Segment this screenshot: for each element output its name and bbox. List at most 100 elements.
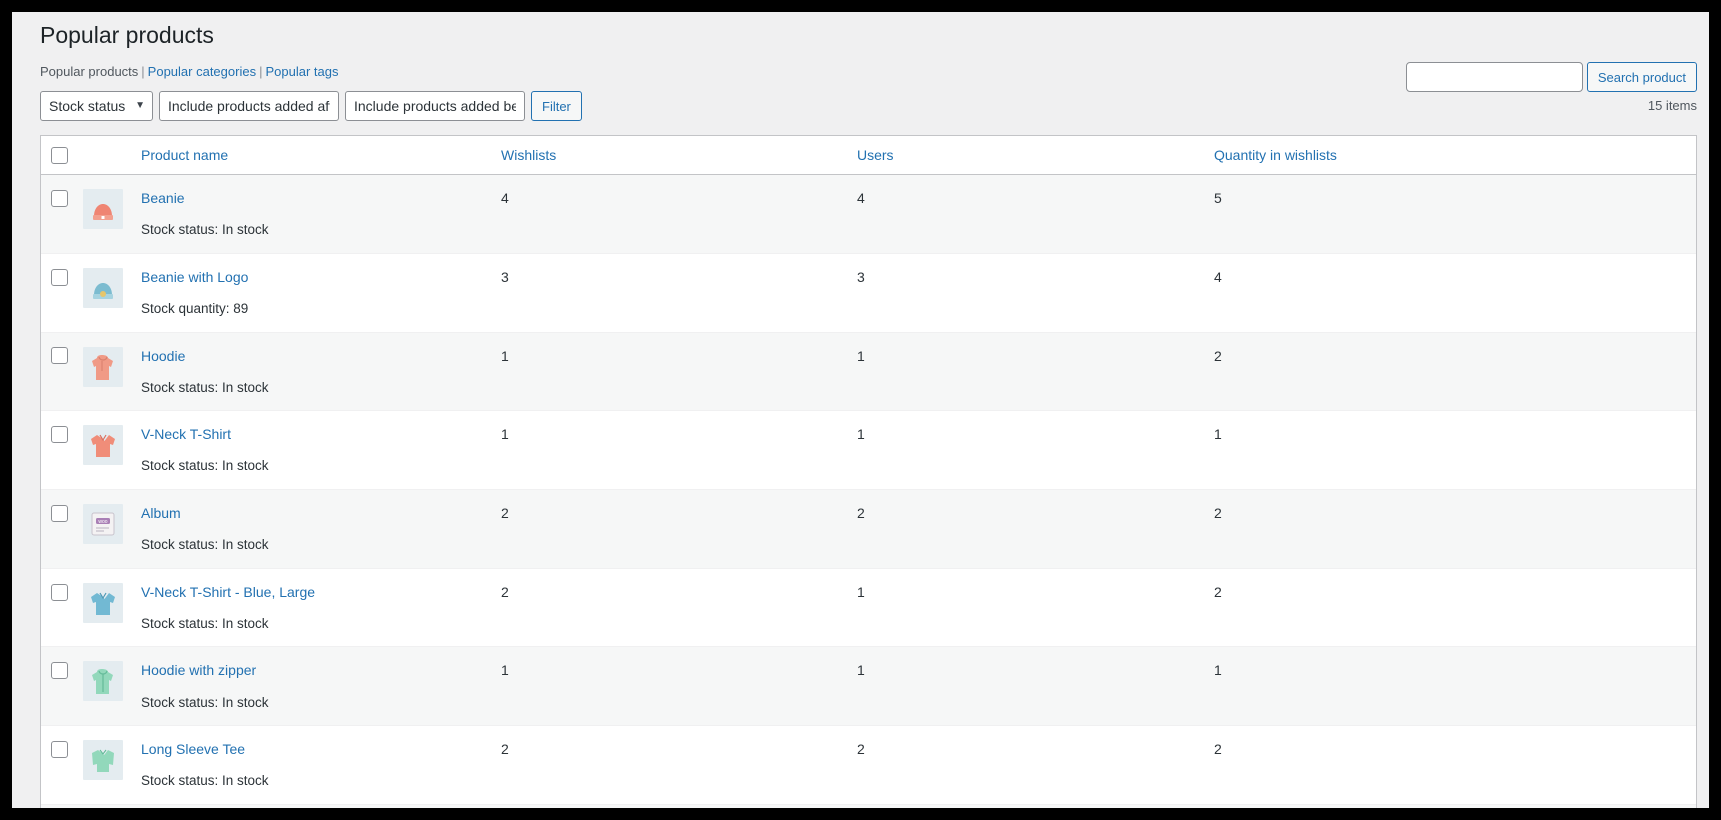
- product-name-link[interactable]: Album: [141, 504, 501, 522]
- row-checkbox[interactable]: [51, 504, 68, 522]
- product-name-link[interactable]: V-Neck T-Shirt - Blue, Large: [141, 583, 501, 601]
- filter-button[interactable]: Filter: [531, 91, 582, 122]
- row-checkbox[interactable]: [51, 268, 68, 286]
- select-all-checkbox[interactable]: [51, 146, 68, 164]
- beanie-orange-icon: [83, 189, 123, 230]
- table-row: Long Sleeve Tee Stock status: In stock 2 2 2: [41, 726, 1696, 805]
- stock-status-select[interactable]: Stock status: [40, 91, 153, 122]
- product-stock-meta: Stock status: In stock: [141, 694, 269, 710]
- row-select-cell: [41, 647, 83, 727]
- hoodie-orange-icon: [83, 346, 123, 387]
- row-quantity-cell: 4: [1214, 254, 1696, 333]
- row-product-cell: Hoodie Stock status: In stock: [141, 332, 501, 412]
- row-product-cell: V-Neck T-Shirt Stock status: In stock: [141, 411, 501, 491]
- row-wishlists-cell: 1: [501, 804, 857, 808]
- products-table: Product name Wishlists Users Quantity in…: [40, 135, 1697, 808]
- added-before-input[interactable]: [345, 91, 525, 122]
- row-wishlists-cell: 4: [501, 175, 857, 254]
- row-select-cell: [41, 726, 83, 805]
- users-value: 4: [857, 190, 865, 207]
- row-quantity-cell: 2: [1214, 490, 1696, 569]
- quantity-value: 2: [1214, 583, 1222, 600]
- row-wishlists-cell: 2: [501, 569, 857, 648]
- row-thumbnail-cell: [83, 175, 141, 254]
- row-checkbox[interactable]: [51, 741, 68, 759]
- row-select-cell: [41, 254, 83, 333]
- table-row: Beanie Stock status: In stock 4 4 5: [41, 175, 1696, 254]
- wishlists-value: 2: [501, 741, 509, 758]
- quantity-value: 5: [1214, 190, 1222, 207]
- stock-status-select-wrap: Stock status ▼: [40, 91, 153, 122]
- table-header-row: Product name Wishlists Users Quantity in…: [41, 136, 1696, 176]
- added-after-input[interactable]: [159, 91, 339, 122]
- product-name-link[interactable]: Beanie: [141, 189, 501, 207]
- column-header-product-name[interactable]: Product name: [141, 136, 501, 176]
- row-quantity-cell: 2: [1214, 726, 1696, 805]
- row-quantity-cell: 2: [1214, 332, 1696, 412]
- subnav-item-popular-tags[interactable]: Popular tags: [265, 64, 338, 79]
- subnav-item-popular-categories[interactable]: Popular categories: [148, 64, 256, 79]
- wishlists-value: 2: [501, 505, 509, 522]
- table-row: Beanie with Logo Stock quantity: 89 3 3 4: [41, 254, 1696, 333]
- product-name-link[interactable]: V-Neck T-Shirt: [141, 425, 501, 443]
- table-row: Hoodie with zipper Stock status: In stock…: [41, 647, 1696, 727]
- column-header-users-label: Users: [857, 147, 894, 164]
- column-header-wishlists[interactable]: Wishlists: [501, 136, 857, 176]
- row-select-cell: [41, 804, 83, 808]
- row-select-cell: [41, 569, 83, 648]
- row-product-cell: Hoodie with zipper Stock status: In stock: [141, 647, 501, 727]
- quantity-value: 1: [1214, 662, 1222, 679]
- table-row: V-Neck T-Shirt - Blue, Large Stock status…: [41, 569, 1696, 648]
- quantity-value: 1: [1214, 426, 1222, 443]
- longsleeve-green-icon: [83, 740, 123, 781]
- row-select-cell: [41, 411, 83, 491]
- users-value: 3: [857, 268, 865, 285]
- product-stock-meta: Stock status: In stock: [141, 773, 269, 789]
- wishlists-value: 1: [501, 347, 509, 364]
- table-nav-top: Stock status ▼ Filter 15 items: [40, 91, 1697, 127]
- users-value: 1: [857, 426, 865, 443]
- filter-actions: Stock status ▼ Filter: [40, 91, 582, 122]
- product-stock-meta: Stock quantity: 89: [141, 301, 249, 316]
- row-wishlists-cell: 2: [501, 726, 857, 805]
- row-checkbox[interactable]: [51, 426, 68, 444]
- subnav-item-popular-products[interactable]: Popular products: [40, 64, 138, 79]
- product-name-link[interactable]: Long Sleeve Tee: [141, 740, 501, 758]
- row-checkbox[interactable]: [51, 189, 68, 207]
- product-name-link[interactable]: Hoodie: [141, 347, 501, 365]
- product-name-link[interactable]: Hoodie with zipper: [141, 661, 501, 679]
- beanie-blue-icon: [83, 267, 123, 308]
- product-name-link[interactable]: Beanie with Logo: [141, 268, 501, 286]
- search-product-button[interactable]: Search product: [1586, 62, 1697, 92]
- row-checkbox[interactable]: [51, 583, 68, 601]
- users-value: 1: [857, 662, 865, 679]
- row-quantity-cell: 5: [1214, 175, 1696, 254]
- row-select-cell: [41, 490, 83, 569]
- product-stock-meta: Stock status: In stock: [141, 615, 269, 631]
- column-header-users[interactable]: Users: [857, 136, 1214, 176]
- row-users-cell: 1: [857, 647, 1214, 727]
- table-row: woo Album Stock status: In stock 2 2 2: [41, 490, 1696, 569]
- table-row: V-Neck T-Shirt Stock status: In stock 1 1 1: [41, 411, 1696, 491]
- quantity-value: 2: [1214, 505, 1222, 522]
- tshirt-orange-icon: [83, 425, 123, 466]
- row-users-cell: 1: [857, 411, 1214, 491]
- row-users-cell: 2: [857, 490, 1214, 569]
- table-row: wooSingle111: [41, 804, 1696, 808]
- select-all-header: [41, 136, 83, 176]
- row-product-cell: Long Sleeve Tee Stock status: In stock: [141, 726, 501, 805]
- row-thumbnail-cell: [83, 254, 141, 333]
- row-checkbox[interactable]: [51, 662, 68, 680]
- row-wishlists-cell: 1: [501, 411, 857, 491]
- page-root: Popular products Popular products | Popula…: [12, 12, 1709, 808]
- search-input[interactable]: [1405, 62, 1583, 92]
- row-checkbox[interactable]: [51, 347, 68, 365]
- wishlists-value: 2: [501, 583, 509, 600]
- search-area: Search product: [1405, 62, 1697, 92]
- wishlists-value: 3: [501, 268, 509, 285]
- row-select-cell: [41, 175, 83, 254]
- items-count: 15 items: [1647, 98, 1697, 114]
- column-header-product-name-label: Product name: [141, 147, 229, 164]
- column-header-quantity-in-wishlists[interactable]: Quantity in wishlists: [1214, 136, 1696, 176]
- row-users-cell: 1: [857, 569, 1214, 648]
